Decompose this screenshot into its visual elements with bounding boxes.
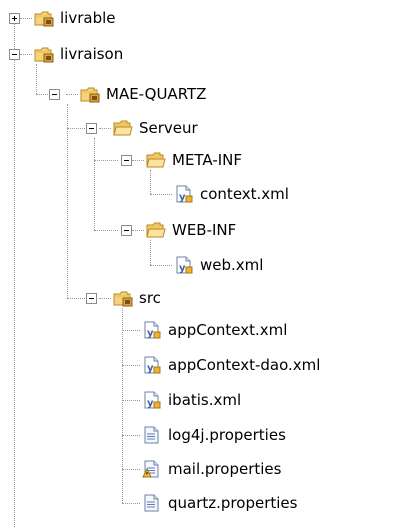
tree-guide-line: [66, 94, 78, 95]
tree-guide-line: [94, 138, 95, 230]
xml-file-icon: y: [142, 321, 162, 339]
tree-guide-line: [99, 128, 111, 129]
tree-node-context-xml[interactable]: y context.xml: [174, 183, 289, 205]
tree-node-livrable[interactable]: livrable: [34, 7, 116, 29]
tree-guide-line: [99, 298, 111, 299]
tree-node-web-xml[interactable]: y web.xml: [174, 254, 263, 276]
tree-guide-line: [122, 435, 140, 436]
tree-node-serveur[interactable]: Serveur: [113, 117, 198, 139]
collapse-toggle[interactable]: [9, 49, 20, 60]
tree-node-label: MAE-QUARTZ: [106, 85, 207, 103]
tree-node-label: mail.properties: [168, 460, 282, 478]
tree-node-label: META-INF: [172, 151, 243, 169]
tree-node-ibatis-xml[interactable]: y ibatis.xml: [142, 389, 241, 411]
tree-node-label: livrable: [60, 9, 116, 27]
tree-node-quartz-properties[interactable]: quartz.properties: [142, 492, 297, 514]
tree-node-label: appContext-dao.xml: [168, 356, 321, 374]
properties-file-warning-icon: [142, 460, 162, 478]
tree-guide-line: [122, 330, 140, 331]
svg-text:y: y: [147, 398, 154, 409]
xml-file-icon: y: [174, 256, 194, 274]
package-folder-icon: [113, 289, 133, 307]
tree-node-label: livraison: [60, 45, 124, 63]
xml-file-icon: y: [142, 391, 162, 409]
tree-node-label: quartz.properties: [168, 494, 298, 512]
tree-guide-line: [122, 365, 140, 366]
collapse-toggle[interactable]: [121, 225, 132, 236]
tree-node-log4j-properties[interactable]: log4j.properties: [142, 424, 286, 446]
tree-guide-line: [150, 240, 151, 265]
tree-node-label: WEB-INF: [172, 221, 237, 239]
tree-guide-line: [14, 24, 15, 527]
collapse-toggle[interactable]: [86, 123, 97, 134]
folder-open-icon: [146, 151, 166, 169]
tree-guide-line: [150, 170, 151, 194]
svg-text:y: y: [179, 263, 186, 274]
svg-text:y: y: [147, 328, 154, 339]
tree-node-label: src: [139, 289, 161, 307]
properties-file-icon: [142, 494, 162, 512]
tree-node-mail-properties[interactable]: mail.properties: [142, 458, 281, 480]
xml-file-icon: y: [174, 185, 194, 203]
tree-guide-line: [67, 104, 68, 298]
tree-node-label: log4j.properties: [168, 426, 286, 444]
tree-guide-line: [67, 128, 85, 129]
tree-guide-line: [20, 54, 32, 55]
tree-node-label: ibatis.xml: [168, 391, 242, 409]
package-folder-icon: [34, 9, 54, 27]
tree-node-src[interactable]: src: [113, 287, 161, 309]
svg-text:y: y: [147, 363, 154, 374]
tree-node-label: context.xml: [200, 185, 289, 203]
package-folder-icon: [34, 45, 54, 63]
tree-guide-line: [150, 265, 172, 266]
tree-guide-line: [36, 64, 37, 94]
tree-guide-line: [122, 308, 123, 503]
tree-guide-line: [20, 18, 32, 19]
tree-guide-line: [132, 160, 144, 161]
folder-open-icon: [113, 119, 133, 137]
tree-guide-line: [67, 298, 85, 299]
expand-toggle[interactable]: [9, 13, 20, 24]
tree-guide-line: [122, 400, 140, 401]
file-tree: livrable livraison MAE-QUARTZ Serveur ME…: [0, 0, 397, 527]
tree-guide-line: [150, 194, 172, 195]
tree-node-meta-inf[interactable]: META-INF: [146, 149, 242, 171]
tree-guide-line: [132, 230, 144, 231]
tree-node-web-inf[interactable]: WEB-INF: [146, 219, 236, 241]
tree-node-label: appContext.xml: [168, 321, 288, 339]
tree-guide-line: [122, 469, 140, 470]
svg-text:y: y: [179, 192, 186, 203]
tree-node-appcontext-dao-xml[interactable]: y appContext-dao.xml: [142, 354, 320, 376]
tree-node-mae-quartz[interactable]: MAE-QUARTZ: [80, 83, 206, 105]
tree-guide-line: [122, 503, 140, 504]
package-folder-icon: [80, 85, 100, 103]
xml-file-icon: y: [142, 356, 162, 374]
tree-node-label: Serveur: [139, 119, 198, 137]
tree-guide-line: [94, 160, 118, 161]
tree-node-label: web.xml: [200, 256, 264, 274]
collapse-toggle[interactable]: [49, 89, 60, 100]
collapse-toggle[interactable]: [86, 293, 97, 304]
tree-node-appcontext-xml[interactable]: y appContext.xml: [142, 319, 287, 341]
properties-file-icon: [142, 426, 162, 444]
tree-guide-line: [94, 230, 118, 231]
folder-open-icon: [146, 221, 166, 239]
tree-node-livraison[interactable]: livraison: [34, 43, 123, 65]
collapse-toggle[interactable]: [121, 155, 132, 166]
